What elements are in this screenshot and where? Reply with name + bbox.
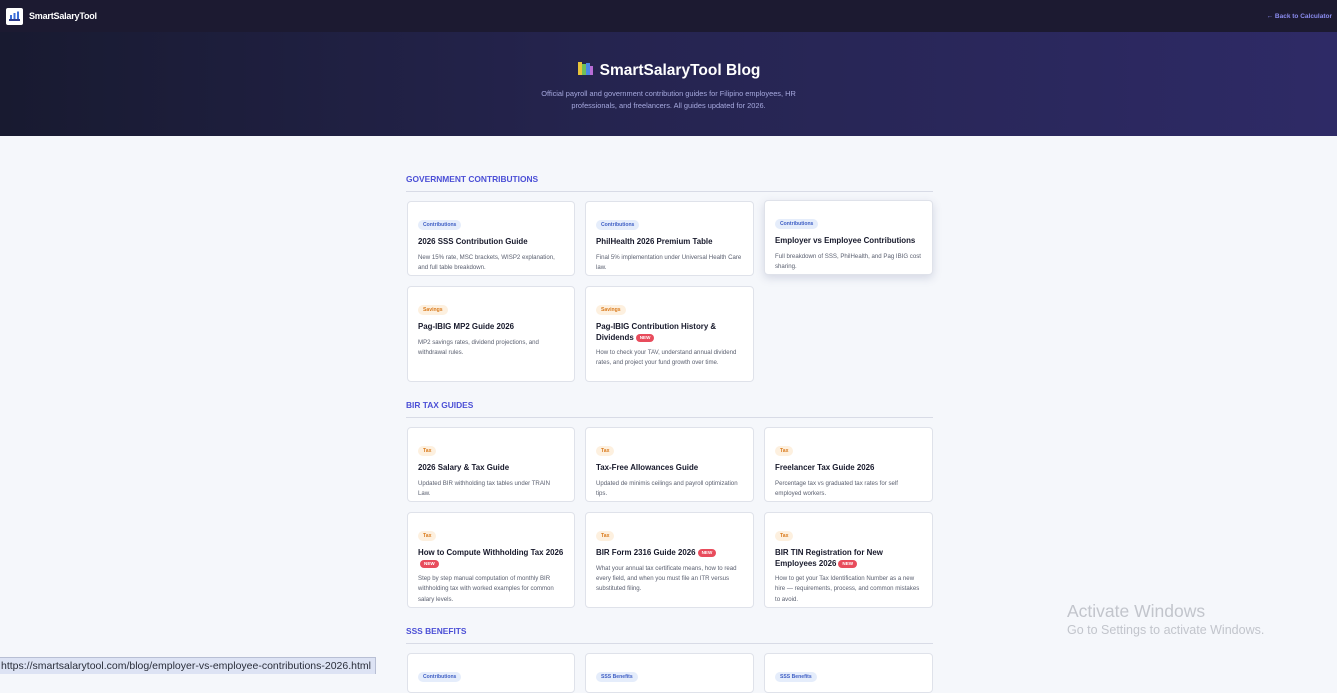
watermark-line-1: Activate Windows bbox=[1067, 601, 1206, 621]
blog-card[interactable]: Savings Pag-IBIG Contribution History & … bbox=[585, 286, 754, 382]
blog-card[interactable]: Contributions 2026 SSS Contribution Guid… bbox=[407, 201, 575, 276]
top-navbar: SmartSalaryTool ← Back to Calculator bbox=[0, 0, 1337, 32]
category-tag: Tax bbox=[596, 531, 615, 541]
category-tag: Tax bbox=[418, 531, 437, 541]
new-badge: NEW bbox=[697, 549, 717, 557]
category-tag: Savings bbox=[596, 305, 626, 315]
category-tag: Tax bbox=[596, 446, 615, 456]
page-title: SmartSalaryTool Blog bbox=[0, 61, 1337, 81]
card-description: Percentage tax vs graduated tax rates fo… bbox=[775, 479, 898, 497]
new-badge: NEW bbox=[420, 559, 439, 568]
page-title-text: SmartSalaryTool Blog bbox=[599, 62, 761, 79]
brand-name: SmartSalaryTool bbox=[29, 11, 97, 21]
card-description: New 15% rate, MSC brackets, WISP2 explan… bbox=[418, 253, 555, 271]
card-description: Full breakdown of SSS, PhilHealth, and P… bbox=[775, 252, 921, 270]
card-title: 2026 Salary & Tax Guide bbox=[418, 463, 510, 472]
card-description: How to check your TAV, understand annual… bbox=[596, 349, 737, 367]
activate-windows-watermark: Activate Windows Go to Settings to activ… bbox=[1067, 600, 1264, 639]
blog-card[interactable]: Savings Pag-IBIG MP2 Guide 2026 MP2 savi… bbox=[407, 286, 575, 382]
card-description: Updated BIR withholding tax tables under… bbox=[418, 479, 550, 497]
blog-card[interactable]: Contributions bbox=[407, 653, 575, 693]
back-to-calculator-link[interactable]: ← Back to Calculator bbox=[1267, 13, 1332, 20]
card-title: Freelancer Tax Guide 2026 bbox=[775, 463, 875, 472]
card-description: How to get your Tax Identification Numbe… bbox=[775, 575, 920, 603]
books-icon bbox=[577, 61, 594, 81]
blog-card[interactable]: Tax BIR TIN Registration for New Employe… bbox=[764, 512, 933, 608]
card-title: Tax-Free Allowances Guide bbox=[596, 463, 699, 472]
category-tag: Tax bbox=[775, 531, 794, 541]
blog-card[interactable]: Tax Tax-Free Allowances Guide Updated de… bbox=[585, 427, 754, 502]
card-description: Updated de minimis ceilings and payroll … bbox=[596, 479, 738, 497]
card-description: What your annual tax certificate means, … bbox=[596, 564, 737, 593]
blog-card[interactable]: Tax BIR Form 2316 Guide 2026 NEW What you… bbox=[585, 512, 754, 608]
card-title: BIR TIN Registration for New Employees 2… bbox=[775, 548, 883, 568]
brand[interactable]: SmartSalaryTool bbox=[6, 7, 97, 25]
blog-card[interactable]: Tax Freelancer Tax Guide 2026 Percentage… bbox=[764, 427, 933, 502]
card-description: Step by step manual computation of month… bbox=[418, 575, 554, 603]
page-subtitle: Official payroll and government contribu… bbox=[541, 89, 796, 110]
blog-card[interactable]: Contributions PhilHealth 2026 Premium Ta… bbox=[585, 201, 754, 276]
card-title: BIR Form 2316 Guide 2026 NEW bbox=[596, 548, 743, 559]
category-tag: Contributions bbox=[418, 220, 462, 230]
blog-card[interactable]: SSS Benefits bbox=[764, 653, 933, 693]
card-title: PhilHealth 2026 Premium Table bbox=[596, 237, 713, 246]
section-title-bir-tax-guides: BIR TAX GUIDES bbox=[406, 400, 933, 418]
blog-card[interactable]: Tax How to Compute Withholding Tax 2026N… bbox=[407, 512, 575, 608]
category-tag: Savings bbox=[418, 305, 448, 315]
link-status-bar: https://smartsalarytool.com/blog/employe… bbox=[0, 657, 376, 674]
blog-card[interactable]: Contributions Employer vs Employee Contr… bbox=[764, 200, 933, 275]
category-tag: Contributions bbox=[775, 219, 819, 229]
section-title-government-contributions: GOVERNMENT CONTRIBUTIONS bbox=[406, 174, 933, 192]
card-title: Pag-IBIG Contribution History & Dividend… bbox=[596, 322, 717, 342]
watermark-line-2: Go to Settings to activate Windows. bbox=[1067, 623, 1265, 637]
blog-card[interactable]: Tax 2026 Salary & Tax Guide Updated BIR … bbox=[407, 427, 575, 502]
card-description: MP2 savings rates, dividend projections,… bbox=[418, 338, 539, 356]
card-title: Employer vs Employee Contributions bbox=[775, 236, 916, 245]
card-description: Final 5% implementation under Universal … bbox=[596, 253, 742, 271]
category-tag: Contributions bbox=[596, 220, 640, 230]
new-badge: NEW bbox=[635, 333, 655, 342]
card-title: 2026 SSS Contribution Guide bbox=[418, 237, 528, 246]
section-title-sss-benefits: SSS BENEFITS bbox=[406, 626, 933, 644]
new-badge: NEW bbox=[838, 559, 858, 568]
blog-card[interactable]: SSS Benefits bbox=[585, 653, 754, 693]
category-tag: Tax bbox=[418, 446, 437, 456]
brand-logo-icon bbox=[6, 7, 23, 25]
category-tag: Tax bbox=[775, 446, 794, 456]
card-title: Pag-IBIG MP2 Guide 2026 bbox=[418, 322, 515, 331]
hero-banner: SmartSalaryTool Blog Official payroll an… bbox=[0, 32, 1337, 136]
card-title: How to Compute Withholding Tax 2026NEW bbox=[418, 548, 564, 568]
